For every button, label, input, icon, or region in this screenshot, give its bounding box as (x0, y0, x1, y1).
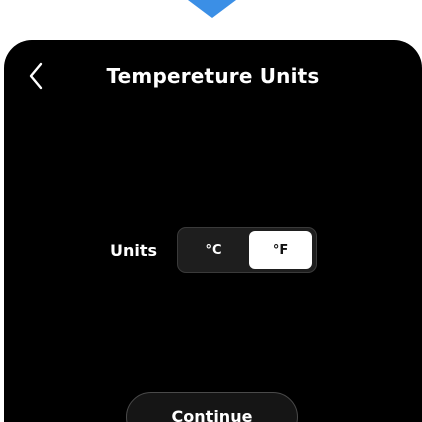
celsius-option[interactable]: °C (182, 231, 245, 269)
unit-toggle: °C °F (177, 227, 318, 273)
units-label: Units (110, 240, 158, 260)
screen: Tempereture Units Units °C °F Continue (4, 40, 422, 422)
units-setting: Units °C °F (110, 226, 318, 274)
down-pointer-icon (188, 0, 236, 18)
continue-button[interactable]: Continue (126, 392, 298, 422)
page-title: Tempereture Units (106, 64, 320, 88)
fahrenheit-option[interactable]: °F (249, 231, 313, 269)
